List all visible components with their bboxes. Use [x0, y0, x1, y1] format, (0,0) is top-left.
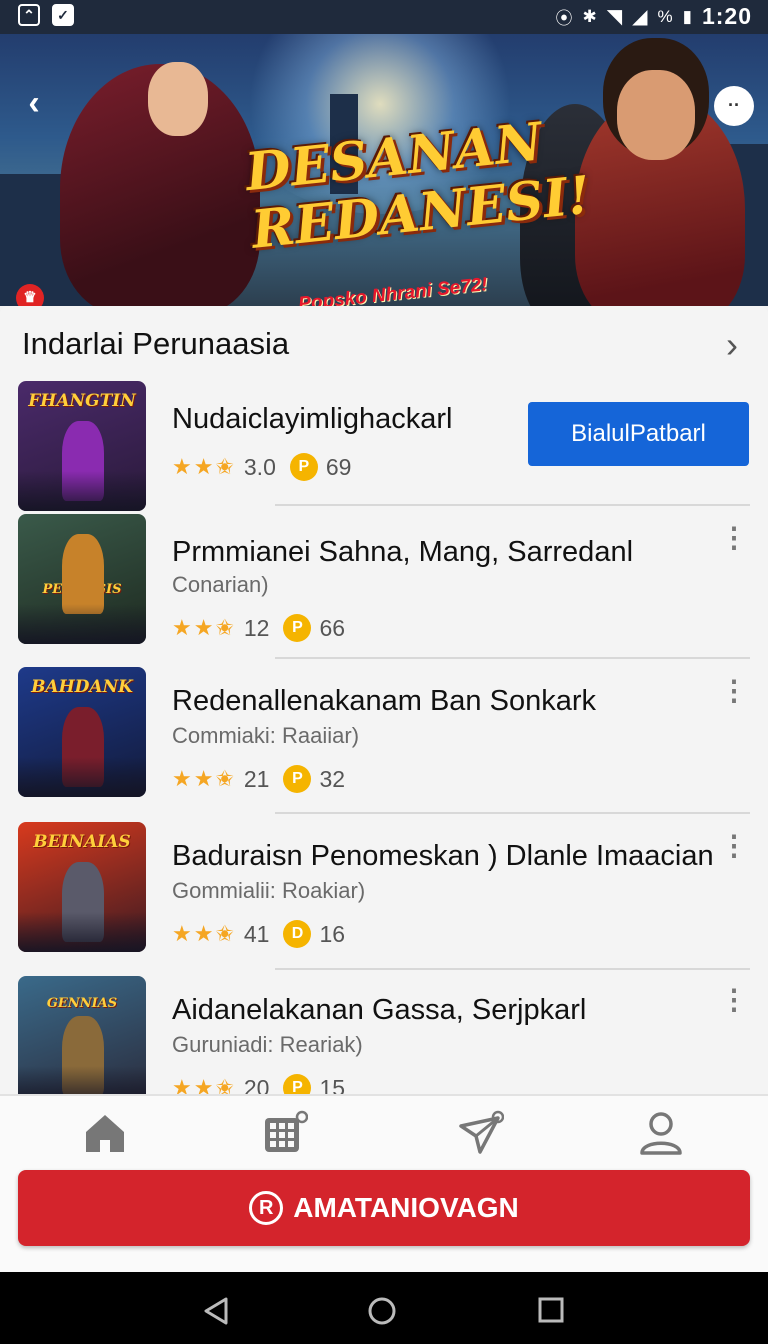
- system-back-icon[interactable]: [202, 1296, 230, 1326]
- banner-subtitle: Popsko Nhrani Se72!: [297, 274, 489, 306]
- publisher-logo-icon: ♛: [16, 284, 44, 306]
- rating-value: 21: [243, 765, 270, 792]
- list-item[interactable]: GENNIAS Aidanelakanan Gassa, Serjpkarl G…: [0, 976, 768, 1094]
- fighter-head: [617, 70, 695, 160]
- screenshot-icon: ⌃: [18, 4, 40, 26]
- rating-value: 20: [243, 1074, 270, 1095]
- game-thumbnail: PERANGIS: [18, 514, 146, 644]
- thumbnail-label: BEINAIAS: [33, 832, 131, 852]
- star-rating-icon: ★★✬: [172, 615, 236, 640]
- thumbnail-crowd: [18, 912, 146, 952]
- coin-value: 32: [319, 765, 346, 792]
- coin-icon: P: [289, 453, 318, 481]
- star-rating-icon: ★★✬: [172, 454, 236, 479]
- system-navigation-bar: [0, 1272, 768, 1344]
- bottom-navigation: R AMATANIOVAGN: [0, 1094, 768, 1272]
- thumbnail-crowd: [18, 604, 146, 644]
- coin-value: 15: [319, 1074, 346, 1095]
- send-icon[interactable]: [458, 1110, 504, 1156]
- rating-value: 3.0: [243, 453, 276, 480]
- coin-value: 16: [319, 920, 346, 947]
- thumbnail-figure: [62, 534, 104, 614]
- section-title: Indarlai Perunaasia: [22, 326, 290, 361]
- thumbnail-label: FHANGTIN: [28, 391, 136, 411]
- system-home-icon[interactable]: [367, 1296, 397, 1326]
- game-title: Nudaiclayimlighackarl: [172, 403, 453, 435]
- game-subtitle: Gommialii: Roakiar): [172, 878, 366, 903]
- kebab-menu-icon[interactable]: ⋮: [720, 677, 748, 705]
- coin-icon: P: [283, 614, 312, 642]
- list-item[interactable]: PERANGIS Prmmianei Sahna, Mang, Sarredan…: [0, 514, 768, 654]
- grid-icon[interactable]: [262, 1110, 308, 1156]
- rating-value: 12: [243, 614, 270, 641]
- home-icon[interactable]: [82, 1110, 128, 1156]
- kebab-menu-icon[interactable]: ⋮: [720, 986, 748, 1014]
- nfc-icon: ⦿: [555, 9, 573, 28]
- game-meta: ★★✬ 3.0 P 69: [172, 453, 351, 481]
- back-arrow-icon[interactable]: ‹: [16, 86, 52, 122]
- thumbnail-crowd: [18, 757, 146, 797]
- chevron-right-icon[interactable]: ›: [726, 324, 738, 366]
- battery-percent: %: [657, 6, 673, 26]
- install-button[interactable]: BialulPatbarl: [528, 402, 749, 466]
- primary-cta-button[interactable]: R AMATANIOVAGN: [18, 1170, 750, 1246]
- game-list-section: Indarlai Perunaasia › FHANGTIN Nudaiclay…: [0, 306, 768, 1094]
- star-rating-icon: ★★✬: [172, 1075, 236, 1094]
- divider: [275, 812, 750, 814]
- thumbnail-crowd: [18, 1066, 146, 1094]
- profile-icon[interactable]: [638, 1110, 684, 1156]
- bluetooth-icon: ✱: [582, 6, 597, 26]
- divider: [275, 968, 750, 970]
- coin-icon: P: [283, 1074, 312, 1094]
- game-subtitle: Conarian): [172, 572, 269, 597]
- clock: 1:20: [701, 3, 752, 29]
- list-item[interactable]: BAHDANK Redenallenakanam Ban Sonkark Com…: [0, 667, 768, 807]
- game-thumbnail: FHANGTIN: [18, 381, 146, 511]
- wifi-icon: ◥: [606, 6, 623, 28]
- checkbox-notification-icon: ✓: [52, 4, 74, 26]
- list-item[interactable]: BEINAIAS Baduraisn Penomeskan ) Dlanle I…: [0, 822, 768, 962]
- game-subtitle: Commiaki: Raaiiar): [172, 723, 360, 748]
- status-bar: ⌃ ✓ ⦿ ✱ ◥ ◢ % ▮ 1:20: [0, 0, 768, 34]
- game-title: Aidanelakanan Gassa, Serjpkarl: [172, 994, 587, 1026]
- hero-banner[interactable]: DESANAN REDANESI! Popsko Nhrani Se72! ‹ …: [0, 34, 768, 306]
- kebab-menu-icon[interactable]: ⋮: [720, 524, 748, 552]
- system-recents-icon[interactable]: [537, 1296, 565, 1324]
- signal-icon: ◢: [632, 6, 648, 28]
- game-thumbnail: BAHDANK: [18, 667, 146, 797]
- registered-logo-icon: R: [249, 1191, 284, 1225]
- thumbnail-label: GENNIAS: [46, 996, 118, 1011]
- more-options-icon[interactable]: ··: [714, 86, 754, 126]
- game-meta: ★★✬ 20 P 15: [172, 1074, 345, 1094]
- rating-value: 41: [243, 920, 270, 947]
- kebab-menu-icon[interactable]: ⋮: [720, 832, 748, 860]
- game-subtitle: Guruniadi: Reariak): [172, 1032, 363, 1057]
- thumbnail-crowd: [18, 471, 146, 511]
- coin-value: 66: [319, 614, 346, 641]
- star-rating-icon: ★★✬: [172, 766, 236, 791]
- game-title: Prmmianei Sahna, Mang, Sarredanl: [172, 536, 634, 568]
- cta-label: AMATANIOVAGN: [293, 1192, 519, 1223]
- thumbnail-label: BAHDANK: [31, 677, 133, 697]
- star-rating-icon: ★★✬: [172, 921, 236, 946]
- divider: [275, 657, 750, 659]
- game-meta: ★★✬ 12 P 66: [172, 614, 345, 642]
- game-thumbnail: BEINAIAS: [18, 822, 146, 952]
- game-meta: ★★✬ 21 P 32: [172, 765, 345, 793]
- coin-icon: P: [283, 765, 312, 793]
- game-title: Redenallenakanam Ban Sonkark: [172, 685, 596, 717]
- coin-value: 69: [325, 453, 352, 480]
- battery-icon: ▮: [682, 6, 692, 26]
- game-meta: ★★✬ 41 D 16: [172, 920, 345, 948]
- divider: [275, 504, 750, 506]
- game-thumbnail: GENNIAS: [18, 976, 146, 1094]
- game-title: Baduraisn Penomeskan ) Dlanle Imaacian: [172, 840, 714, 872]
- warrior-head: [148, 62, 208, 136]
- coin-icon: D: [283, 920, 312, 948]
